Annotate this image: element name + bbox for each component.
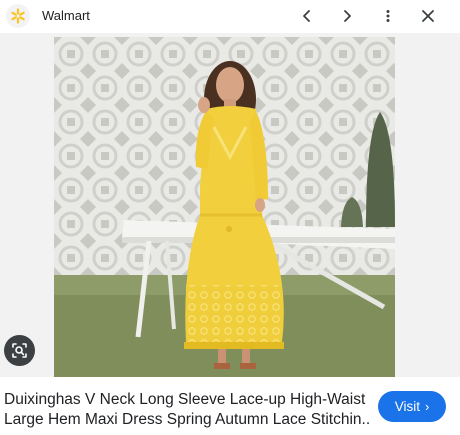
image-search-button[interactable]: [4, 335, 35, 366]
previous-button[interactable]: [295, 4, 319, 28]
product-image[interactable]: [54, 37, 395, 377]
chevron-right-icon: [344, 10, 351, 22]
image-preview-area: [0, 33, 460, 377]
walmart-spark-icon: [6, 4, 30, 28]
title-line-1: Duixinghas V Neck Long Sleeve Lace-up Hi…: [4, 391, 366, 408]
close-icon: [422, 10, 434, 22]
more-vert-icon: [386, 10, 390, 22]
visit-button[interactable]: Visit ›: [378, 391, 446, 422]
next-button[interactable]: [335, 4, 359, 28]
viewer-header: Walmart: [0, 0, 460, 33]
site-name[interactable]: Walmart: [42, 8, 90, 23]
visit-label: Visit: [394, 399, 420, 414]
close-button[interactable]: [416, 4, 440, 28]
chevron-right-icon: ›: [424, 399, 430, 414]
title-line-2: Large Hem Maxi Dress Spring Autumn Lace …: [4, 411, 370, 428]
image-search-icon: [12, 343, 27, 358]
result-title[interactable]: Duixinghas V Neck Long Sleeve Lace-up Hi…: [4, 390, 370, 430]
more-options-button[interactable]: [376, 4, 400, 28]
chevron-left-icon: [303, 10, 310, 22]
